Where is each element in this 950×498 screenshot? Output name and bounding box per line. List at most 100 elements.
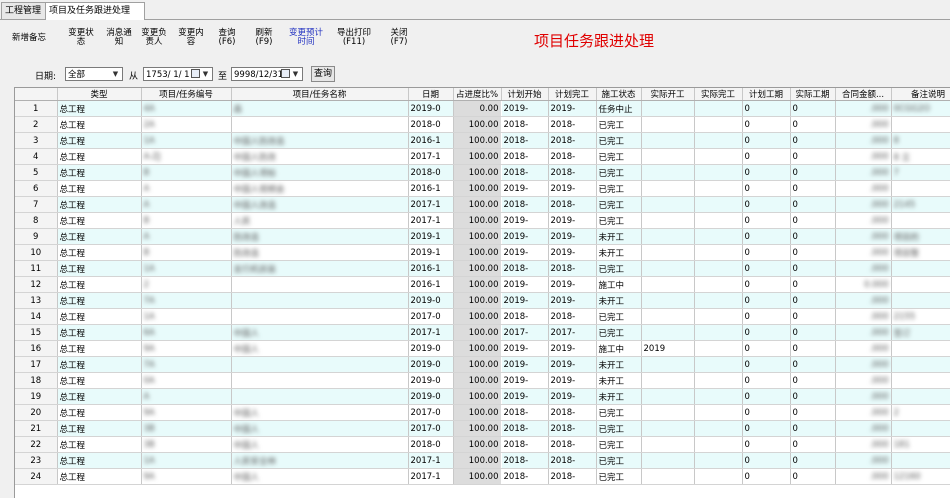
- column-header[interactable]: 实际完工: [694, 88, 743, 101]
- cell-ps[interactable]: 2018-: [501, 148, 549, 165]
- cell-pd[interactable]: 0: [742, 292, 791, 309]
- cell-status[interactable]: 施工中: [596, 340, 642, 357]
- cell-ps[interactable]: 2019-: [501, 372, 549, 389]
- cell-amt[interactable]: .000: [835, 356, 892, 373]
- cell-prog[interactable]: 100.00: [453, 324, 502, 341]
- cell-n[interactable]: 16: [15, 340, 58, 357]
- cell-n[interactable]: 21: [15, 420, 58, 437]
- cell-code[interactable]: A: [141, 388, 232, 405]
- table-row[interactable]: 9 总工程 A 防改造 2019-1 100.00 2019- 2019- 未开工 0 0 .000 项…: [15, 228, 950, 245]
- cell-note[interactable]: [891, 276, 950, 293]
- export-print-button[interactable]: 导出打印 (F11): [332, 29, 376, 47]
- cell-amt[interactable]: .000: [835, 372, 892, 389]
- cell-prog[interactable]: 100.00: [453, 356, 502, 373]
- cell-pd[interactable]: 0: [742, 100, 791, 117]
- cell-prog[interactable]: 100.00: [453, 228, 502, 245]
- cell-ps[interactable]: 2018-: [501, 116, 549, 133]
- cell-date[interactable]: 2018-0: [408, 436, 454, 453]
- from-date-picker[interactable]: 1753/ 1/ 1 ▼: [143, 67, 213, 81]
- cell-pe[interactable]: 2019-: [548, 388, 597, 405]
- cell-status[interactable]: 已完工: [596, 196, 642, 213]
- cell-name[interactable]: [231, 356, 409, 373]
- cell-as[interactable]: [641, 228, 695, 245]
- cell-name[interactable]: 森: [231, 100, 409, 117]
- cell-prog[interactable]: 0.00: [453, 100, 502, 117]
- cell-name[interactable]: 中国人: [231, 324, 409, 341]
- cell-status[interactable]: 已完工: [596, 404, 642, 421]
- cell-name[interactable]: 中国人防改造: [231, 132, 409, 149]
- cell-ad[interactable]: 0: [790, 260, 836, 277]
- cell-note[interactable]: 12160: [891, 468, 950, 485]
- cell-date[interactable]: 2017-1: [408, 452, 454, 469]
- cell-name[interactable]: 防改造: [231, 244, 409, 261]
- cell-date[interactable]: 2019-0: [408, 372, 454, 389]
- cell-amt[interactable]: .000: [835, 436, 892, 453]
- cell-amt[interactable]: .000: [835, 148, 892, 165]
- cell-name[interactable]: 中国人: [231, 340, 409, 357]
- cell-amt[interactable]: .000: [835, 164, 892, 181]
- cell-note[interactable]: 2: [891, 404, 950, 421]
- cell-code[interactable]: B: [141, 244, 232, 261]
- column-header[interactable]: 类型: [57, 88, 142, 101]
- cell-pd[interactable]: 0: [742, 116, 791, 133]
- cell-amt[interactable]: .000: [835, 292, 892, 309]
- table-row[interactable]: 24 总工程 9A 中国人 2017-1 100.00 2018- 2018- 已完工 0 0 .00…: [15, 468, 950, 485]
- cell-ps[interactable]: 2019-: [501, 388, 549, 405]
- cell-amt[interactable]: .000: [835, 100, 892, 117]
- cell-date[interactable]: 2016-1: [408, 180, 454, 197]
- cell-prog[interactable]: 100.00: [453, 340, 502, 357]
- column-header[interactable]: 占进度比%: [453, 88, 502, 101]
- cell-code[interactable]: 7A: [141, 356, 232, 373]
- cell-ad[interactable]: 0: [790, 244, 836, 261]
- cell-n[interactable]: 6: [15, 180, 58, 197]
- cell-ps[interactable]: 2018-: [501, 164, 549, 181]
- cell-date[interactable]: 2017-0: [408, 420, 454, 437]
- query-button[interactable]: 查询: [311, 66, 335, 82]
- cell-ps[interactable]: 2019-: [501, 180, 549, 197]
- table-row[interactable]: 18 总工程 0A 2019-0 100.00 2019- 2019- 未开工 0 0 .000: [15, 372, 950, 389]
- cell-as[interactable]: [641, 276, 695, 293]
- cell-as[interactable]: [641, 196, 695, 213]
- cell-n[interactable]: 8: [15, 212, 58, 229]
- cell-note[interactable]: [891, 260, 950, 277]
- cell-note[interactable]: [891, 388, 950, 405]
- cell-date[interactable]: 2019-0: [408, 388, 454, 405]
- cell-pe[interactable]: 2019-: [548, 372, 597, 389]
- cell-ps[interactable]: 2018-: [501, 436, 549, 453]
- cell-ad[interactable]: 0: [790, 388, 836, 405]
- cell-pe[interactable]: 2018-: [548, 468, 597, 485]
- cell-name[interactable]: [231, 276, 409, 293]
- cell-ps[interactable]: 2019-: [501, 292, 549, 309]
- cell-n[interactable]: 1: [15, 100, 58, 117]
- cell-n[interactable]: 3: [15, 132, 58, 149]
- table-row[interactable]: 5 总工程 B 中国人项标 2018-0 100.00 2018- 2018- 已完工 0 0 .00…: [15, 164, 950, 181]
- cell-pe[interactable]: 2019-: [548, 100, 597, 117]
- cell-type[interactable]: 总工程: [57, 356, 142, 373]
- cell-ae[interactable]: [694, 244, 743, 261]
- cell-prog[interactable]: 100.00: [453, 116, 502, 133]
- cell-ad[interactable]: 0: [790, 292, 836, 309]
- cell-as[interactable]: [641, 356, 695, 373]
- table-row[interactable]: 14 总工程 1A 2017-0 100.00 2018- 2018- 已完工 0 0 .000 21…: [15, 308, 950, 325]
- cell-status[interactable]: 已完工: [596, 324, 642, 341]
- cell-ae[interactable]: [694, 212, 743, 229]
- cell-code[interactable]: B: [141, 212, 232, 229]
- cell-ps[interactable]: 2019-: [501, 244, 549, 261]
- cell-pd[interactable]: 0: [742, 308, 791, 325]
- cell-ps[interactable]: 2018-: [501, 196, 549, 213]
- cell-ae[interactable]: [694, 164, 743, 181]
- cell-prog[interactable]: 100.00: [453, 468, 502, 485]
- cell-type[interactable]: 总工程: [57, 452, 142, 469]
- cell-type[interactable]: 总工程: [57, 292, 142, 309]
- cell-type[interactable]: 总工程: [57, 324, 142, 341]
- cell-note[interactable]: [891, 356, 950, 373]
- cell-date[interactable]: 2017-0: [408, 404, 454, 421]
- cell-amt[interactable]: .000: [835, 212, 892, 229]
- cell-pd[interactable]: 0: [742, 228, 791, 245]
- cell-ae[interactable]: [694, 340, 743, 357]
- cell-prog[interactable]: 100.00: [453, 148, 502, 165]
- cell-as[interactable]: [641, 212, 695, 229]
- cell-pe[interactable]: 2018-: [548, 404, 597, 421]
- cell-note[interactable]: 签订: [891, 324, 950, 341]
- cell-n[interactable]: 10: [15, 244, 58, 261]
